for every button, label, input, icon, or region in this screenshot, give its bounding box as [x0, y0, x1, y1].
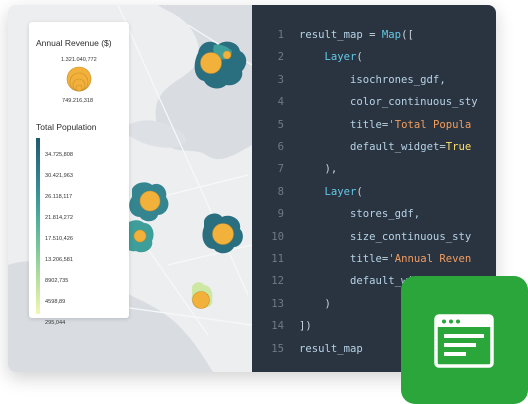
- browser-window-badge: [401, 276, 528, 404]
- code-text: ]): [299, 315, 312, 337]
- store-point: [139, 190, 161, 212]
- population-legend-value: 26.118,117: [45, 194, 73, 200]
- code-line: 9 stores_gdf,: [252, 203, 496, 225]
- store-point: [133, 229, 147, 243]
- code-text: size_continuous_sty: [299, 226, 471, 248]
- store-point: [192, 291, 210, 309]
- code-line: 11 title='Annual Reven: [252, 248, 496, 270]
- population-legend-value: 30.421,963: [45, 173, 73, 179]
- code-token: size_continuous_sty: [299, 230, 472, 243]
- code-token: (: [356, 51, 363, 64]
- map-legend: Annual Revenue ($) 1.321.040,772 749.216…: [29, 22, 129, 326]
- code-token: color_continuous_sty: [299, 96, 478, 109]
- population-legend-value: 4598,89: [45, 299, 66, 305]
- code-token: True: [445, 141, 472, 153]
- code-token: ]): [299, 320, 312, 333]
- store-point: [212, 223, 234, 245]
- population-legend-value: 295,044: [45, 320, 66, 326]
- revenue-min-label: 749.216,318: [62, 98, 94, 104]
- population-legend-value: 8902,735: [45, 278, 69, 284]
- code-line: 1 result_map = Map([: [252, 24, 496, 46]
- map-view[interactable]: Annual Revenue ($) 1.321.040,772 749.216…: [8, 5, 252, 372]
- code-line: 3 isochrones_gdf,: [252, 69, 496, 91]
- revenue-legend-title: Annual Revenue ($): [36, 38, 112, 48]
- line-number: 7: [277, 163, 284, 176]
- population-legend-value: 13.206,581: [45, 257, 73, 263]
- store-point: [222, 50, 232, 60]
- code-token: title: [350, 253, 382, 265]
- line-number: 14: [271, 320, 284, 333]
- code-line: 2 Layer(: [252, 46, 496, 68]
- code-text: ): [299, 293, 331, 315]
- code-token: ([: [401, 29, 414, 41]
- code-token: result_map: [299, 29, 363, 41]
- code-line: 10 size_continuous_sty: [252, 226, 496, 248]
- code-token: =: [362, 29, 382, 41]
- line-number: 3: [277, 73, 284, 86]
- line-number: 1: [277, 29, 284, 41]
- revenue-max-label: 1.321.040,772: [61, 57, 97, 63]
- code-text: stores_gdf,: [299, 203, 420, 225]
- code-token: result_map: [299, 342, 363, 355]
- code-line: 5 title='Total Popula: [252, 114, 496, 136]
- code-token: 'Total Popula: [388, 118, 472, 131]
- code-token: Map: [381, 29, 402, 41]
- code-token: Layer: [324, 185, 357, 198]
- line-number: 12: [271, 275, 284, 288]
- code-line: 4 color_continuous_sty: [252, 91, 496, 113]
- code-token: stores_gdf,: [299, 208, 421, 221]
- code-line: 7 ),: [252, 158, 496, 180]
- line-number: 10: [271, 230, 284, 243]
- code-text: color_continuous_sty: [299, 91, 478, 113]
- code-text: isochrones_gdf,: [299, 69, 446, 91]
- code-token: (: [356, 185, 363, 198]
- line-number: 4: [277, 96, 284, 109]
- code-token: isochrones_gdf,: [299, 73, 446, 86]
- code-text: result_map: [299, 338, 363, 360]
- population-color-ramp: [36, 138, 40, 314]
- code-text: Layer(: [299, 181, 363, 203]
- revenue-size-legend: [66, 66, 92, 92]
- line-number: 11: [271, 253, 284, 265]
- population-legend-value: 21.814,272: [45, 215, 73, 221]
- code-token: ),: [299, 163, 338, 176]
- population-legend-title: Total Population: [36, 122, 97, 132]
- code-text: default_widget=True: [299, 136, 471, 158]
- line-number: 8: [277, 185, 284, 198]
- line-number: 13: [271, 297, 284, 310]
- code-token: 'Annual Reven: [388, 253, 472, 265]
- code-text: ),: [299, 158, 338, 180]
- code-token: title: [350, 118, 382, 131]
- code-line: 6 default_widget=True: [252, 136, 496, 158]
- code-token: ): [299, 297, 331, 310]
- line-number: 5: [277, 118, 284, 131]
- line-number: 6: [277, 141, 284, 153]
- code-text: title='Total Popula: [299, 114, 471, 136]
- store-point: [200, 52, 222, 74]
- line-number: 15: [271, 342, 284, 355]
- code-text: Layer(: [299, 46, 363, 68]
- population-legend-value: 34.725,808: [45, 152, 73, 158]
- line-number: 2: [277, 51, 284, 64]
- population-legend-value: 17.510,426: [45, 236, 73, 242]
- browser-window-icon: [434, 314, 494, 368]
- code-token: Layer: [324, 51, 357, 64]
- code-text: result_map = Map([: [299, 24, 414, 46]
- line-number: 9: [277, 208, 284, 221]
- code-line: 8 Layer(: [252, 181, 496, 203]
- code-token: default_widget: [350, 141, 440, 153]
- code-text: title='Annual Reven: [299, 248, 471, 270]
